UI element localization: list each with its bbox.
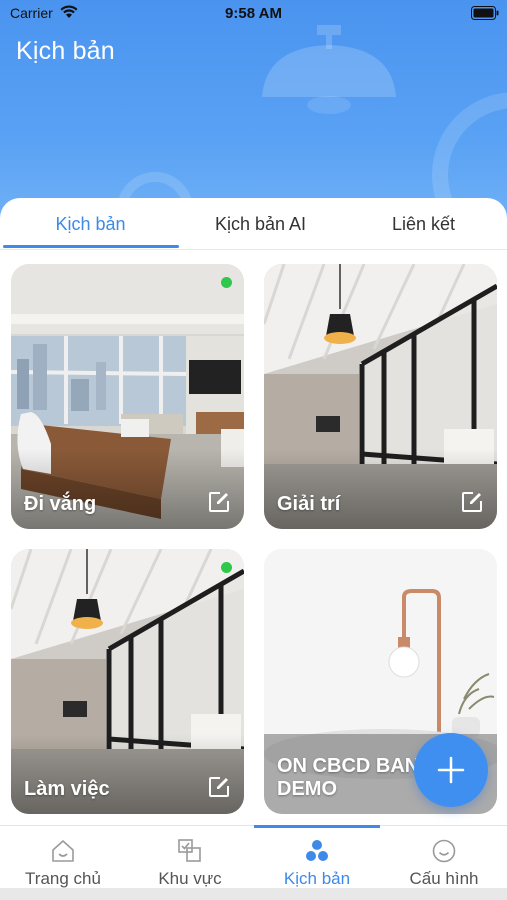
scene-card-away[interactable]: Đi vắng (11, 264, 244, 529)
scene-card-label: ON CBCD BAN DEMO (277, 755, 420, 800)
page-title: Kịch bản (16, 37, 115, 65)
nav-label: Kịch bản (283, 869, 351, 888)
scene-card-label: Làm việc (24, 778, 110, 800)
tab-bar: Kịch bản Kịch bản AI Liên kết (0, 198, 507, 250)
nav-label: Cấu hình (409, 869, 479, 888)
nav-label: Khu vực (158, 869, 222, 888)
scene-card-label: Giải trí (277, 493, 341, 515)
tab-ai-scenes[interactable]: Kịch bản AI (176, 214, 345, 235)
edit-icon[interactable] (208, 776, 230, 798)
edit-icon[interactable] (461, 491, 483, 513)
tab-links[interactable]: Liên kết (339, 214, 507, 235)
area-icon (178, 839, 201, 862)
tab-scenes[interactable]: Kịch bản (6, 214, 175, 235)
nav-label: Trang chủ (25, 869, 101, 888)
home-indicator-bar (0, 888, 507, 900)
plus-icon (437, 756, 465, 784)
home-icon (52, 840, 74, 862)
add-scene-button[interactable] (414, 733, 488, 807)
smile-icon (432, 839, 456, 863)
clock: 9:58 AM (225, 5, 282, 22)
active-tab-indicator (3, 245, 179, 248)
active-status-indicator (221, 277, 232, 288)
status-bar: Carrier 9:58 AM (0, 0, 507, 26)
active-status-indicator (221, 562, 232, 573)
lamp-decoration-icon (262, 25, 396, 114)
edit-icon[interactable] (208, 491, 230, 513)
scene-card-label: Đi vắng (24, 493, 97, 515)
scene-icon (306, 840, 328, 861)
battery-icon (471, 6, 499, 20)
scene-card-work[interactable]: Làm việc (11, 549, 244, 814)
scene-card-entertainment[interactable]: Giải trí (264, 264, 497, 529)
